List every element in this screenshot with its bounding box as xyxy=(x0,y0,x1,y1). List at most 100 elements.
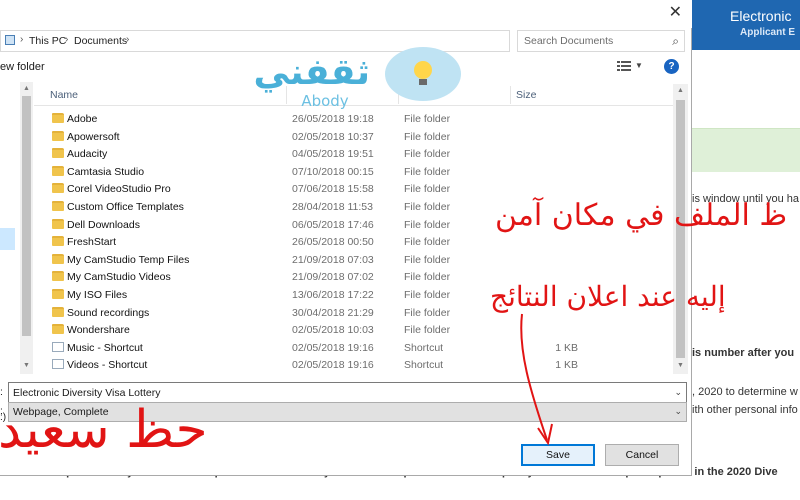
file-type: Shortcut xyxy=(404,359,444,372)
site-title: Electronic xyxy=(730,8,792,24)
nav-scroll-thumb[interactable] xyxy=(22,96,31,336)
handwritten-good-luck: حظ سعيد xyxy=(0,400,208,460)
file-date-modified: 28/04/2018 11:53 xyxy=(292,201,373,213)
file-type: File folder xyxy=(404,271,451,284)
file-type: File folder xyxy=(404,236,451,249)
file-name: Adobe xyxy=(67,113,98,125)
logo-text-latin: Abody xyxy=(301,92,348,110)
file-row[interactable]: Corel VideoStudio Pro 07/06/2018 15:58 Fil… xyxy=(34,180,674,198)
dialog-titlebar: ✕ xyxy=(0,0,692,28)
file-row[interactable]: Camtasia Studio 07/10/2018 00:15 File fold… xyxy=(34,163,674,181)
file-type: File folder xyxy=(404,165,451,178)
scroll-up-icon[interactable]: ▲ xyxy=(677,87,684,94)
search-input[interactable]: Search Documents ⌕ xyxy=(517,30,685,52)
file-type: File folder xyxy=(404,183,451,196)
view-options-icon[interactable] xyxy=(617,60,631,72)
file-name: Music - Shortcut xyxy=(67,341,143,354)
nav-selected-item[interactable] xyxy=(0,228,15,250)
folder-icon xyxy=(52,130,64,141)
file-type: File folder xyxy=(404,306,451,319)
file-type: Shortcut xyxy=(404,341,444,354)
file-row[interactable]: My CamStudio Temp Files 21/09/2018 07:03 F… xyxy=(34,251,674,269)
folder-icon xyxy=(52,306,64,317)
file-type: File folder xyxy=(404,289,451,301)
this-pc-icon xyxy=(5,35,15,45)
file-row[interactable]: Wondershare 02/05/2018 10:03 File folder xyxy=(34,321,674,339)
folder-icon xyxy=(52,165,64,176)
folder-icon xyxy=(52,148,64,159)
file-type: File folder xyxy=(404,253,451,266)
search-placeholder: Search Documents xyxy=(524,35,614,47)
file-name: Camtasia Studio xyxy=(67,165,145,178)
folder-icon xyxy=(52,183,64,194)
folder-icon xyxy=(52,201,64,211)
close-icon[interactable]: ✕ xyxy=(669,4,682,22)
cancel-button[interactable]: Cancel xyxy=(605,444,679,466)
folder-icon xyxy=(52,236,64,247)
folder-icon xyxy=(52,289,64,299)
file-name: My ISO Files xyxy=(67,289,128,301)
file-date-modified: 06/05/2018 17:46 xyxy=(292,218,374,231)
chevron-down-icon[interactable]: ⌄ xyxy=(674,406,682,417)
file-date-modified: 26/05/2018 19:18 xyxy=(292,113,374,125)
folder-icon xyxy=(52,113,64,123)
column-divider[interactable] xyxy=(510,86,511,104)
scroll-up-icon[interactable]: ▲ xyxy=(23,85,30,92)
column-size[interactable]: Size xyxy=(516,89,536,101)
chevron-right-icon[interactable]: › xyxy=(65,34,68,45)
column-name[interactable]: Name xyxy=(50,89,78,101)
search-icon: ⌕ xyxy=(672,34,679,48)
file-row[interactable]: Audacity 04/05/2018 19:51 File folder xyxy=(34,145,674,163)
file-date-modified: 07/10/2018 00:15 xyxy=(292,165,374,178)
music-shortcut-icon xyxy=(52,341,64,352)
page-text-line: , 2020 to determine w xyxy=(692,386,798,398)
file-name: Corel VideoStudio Pro xyxy=(67,183,171,196)
file-date-modified: 13/06/2018 17:22 xyxy=(292,289,374,301)
scroll-down-icon[interactable]: ▼ xyxy=(677,362,684,369)
file-row[interactable]: Apowersoft 02/05/2018 10:37 File folder xyxy=(34,128,674,146)
file-type: File folder xyxy=(404,148,451,161)
file-name: Sound recordings xyxy=(67,306,150,319)
file-name: Videos - Shortcut xyxy=(67,359,148,372)
file-row[interactable]: FreshStart 26/05/2018 00:50 File folder xyxy=(34,233,674,251)
notice-banner xyxy=(690,128,800,172)
folder-icon xyxy=(52,218,64,229)
breadcrumb-this-pc[interactable]: This PC xyxy=(29,35,66,47)
chevron-right-icon[interactable]: › xyxy=(126,34,129,45)
lightbulb-icon xyxy=(414,61,432,79)
file-name: Wondershare xyxy=(67,324,130,337)
file-date-modified: 02/05/2018 19:16 xyxy=(292,341,374,354)
breadcrumb-documents[interactable]: Documents xyxy=(74,35,127,47)
file-name: Apowersoft xyxy=(67,130,120,143)
file-name: My CamStudio Temp Files xyxy=(67,253,190,266)
lightbulb-base xyxy=(419,79,427,85)
help-icon[interactable]: ? xyxy=(664,59,679,74)
folder-icon xyxy=(52,253,64,264)
file-date-modified: 26/05/2018 00:50 xyxy=(292,236,374,249)
file-row[interactable]: Adobe 26/05/2018 19:18 File folder xyxy=(34,110,674,128)
file-name: FreshStart xyxy=(67,236,117,249)
file-name: Custom Office Templates xyxy=(67,201,184,213)
file-name: Dell Downloads xyxy=(67,218,140,231)
scroll-down-icon[interactable]: ▼ xyxy=(23,362,30,369)
file-name: Audacity xyxy=(67,148,108,161)
file-date-modified: 02/05/2018 10:37 xyxy=(292,130,374,143)
folder-icon xyxy=(52,271,64,282)
new-folder-button[interactable]: ew folder xyxy=(0,61,45,73)
site-header: Electronic Applicant E xyxy=(690,0,800,50)
thaqafni-logo: ثقفني Abody xyxy=(254,47,461,110)
file-row[interactable]: Videos - Shortcut 02/05/2018 19:16 Shortcu… xyxy=(34,356,674,374)
file-date-modified: 02/05/2018 19:16 xyxy=(292,359,374,372)
chevron-right-icon[interactable]: › xyxy=(20,34,23,45)
chevron-down-icon[interactable]: ▼ xyxy=(635,61,643,70)
handwritten-note-line-2: إليه عند اعلان النتائج xyxy=(490,280,726,313)
arrow-pointer-icon xyxy=(520,313,553,446)
file-type: File folder xyxy=(404,218,451,231)
logo-text-arabic: ثقفني xyxy=(254,52,370,93)
file-type: File folder xyxy=(404,201,451,213)
video-shortcut-icon xyxy=(52,359,64,370)
file-row[interactable]: Music - Shortcut 02/05/2018 19:16 Shortcut… xyxy=(34,339,674,357)
chevron-down-icon[interactable]: ⌄ xyxy=(674,387,682,398)
handwritten-note-line-1: ظ الملف في مكان آمن xyxy=(495,198,788,233)
file-type: File folder xyxy=(404,113,451,125)
